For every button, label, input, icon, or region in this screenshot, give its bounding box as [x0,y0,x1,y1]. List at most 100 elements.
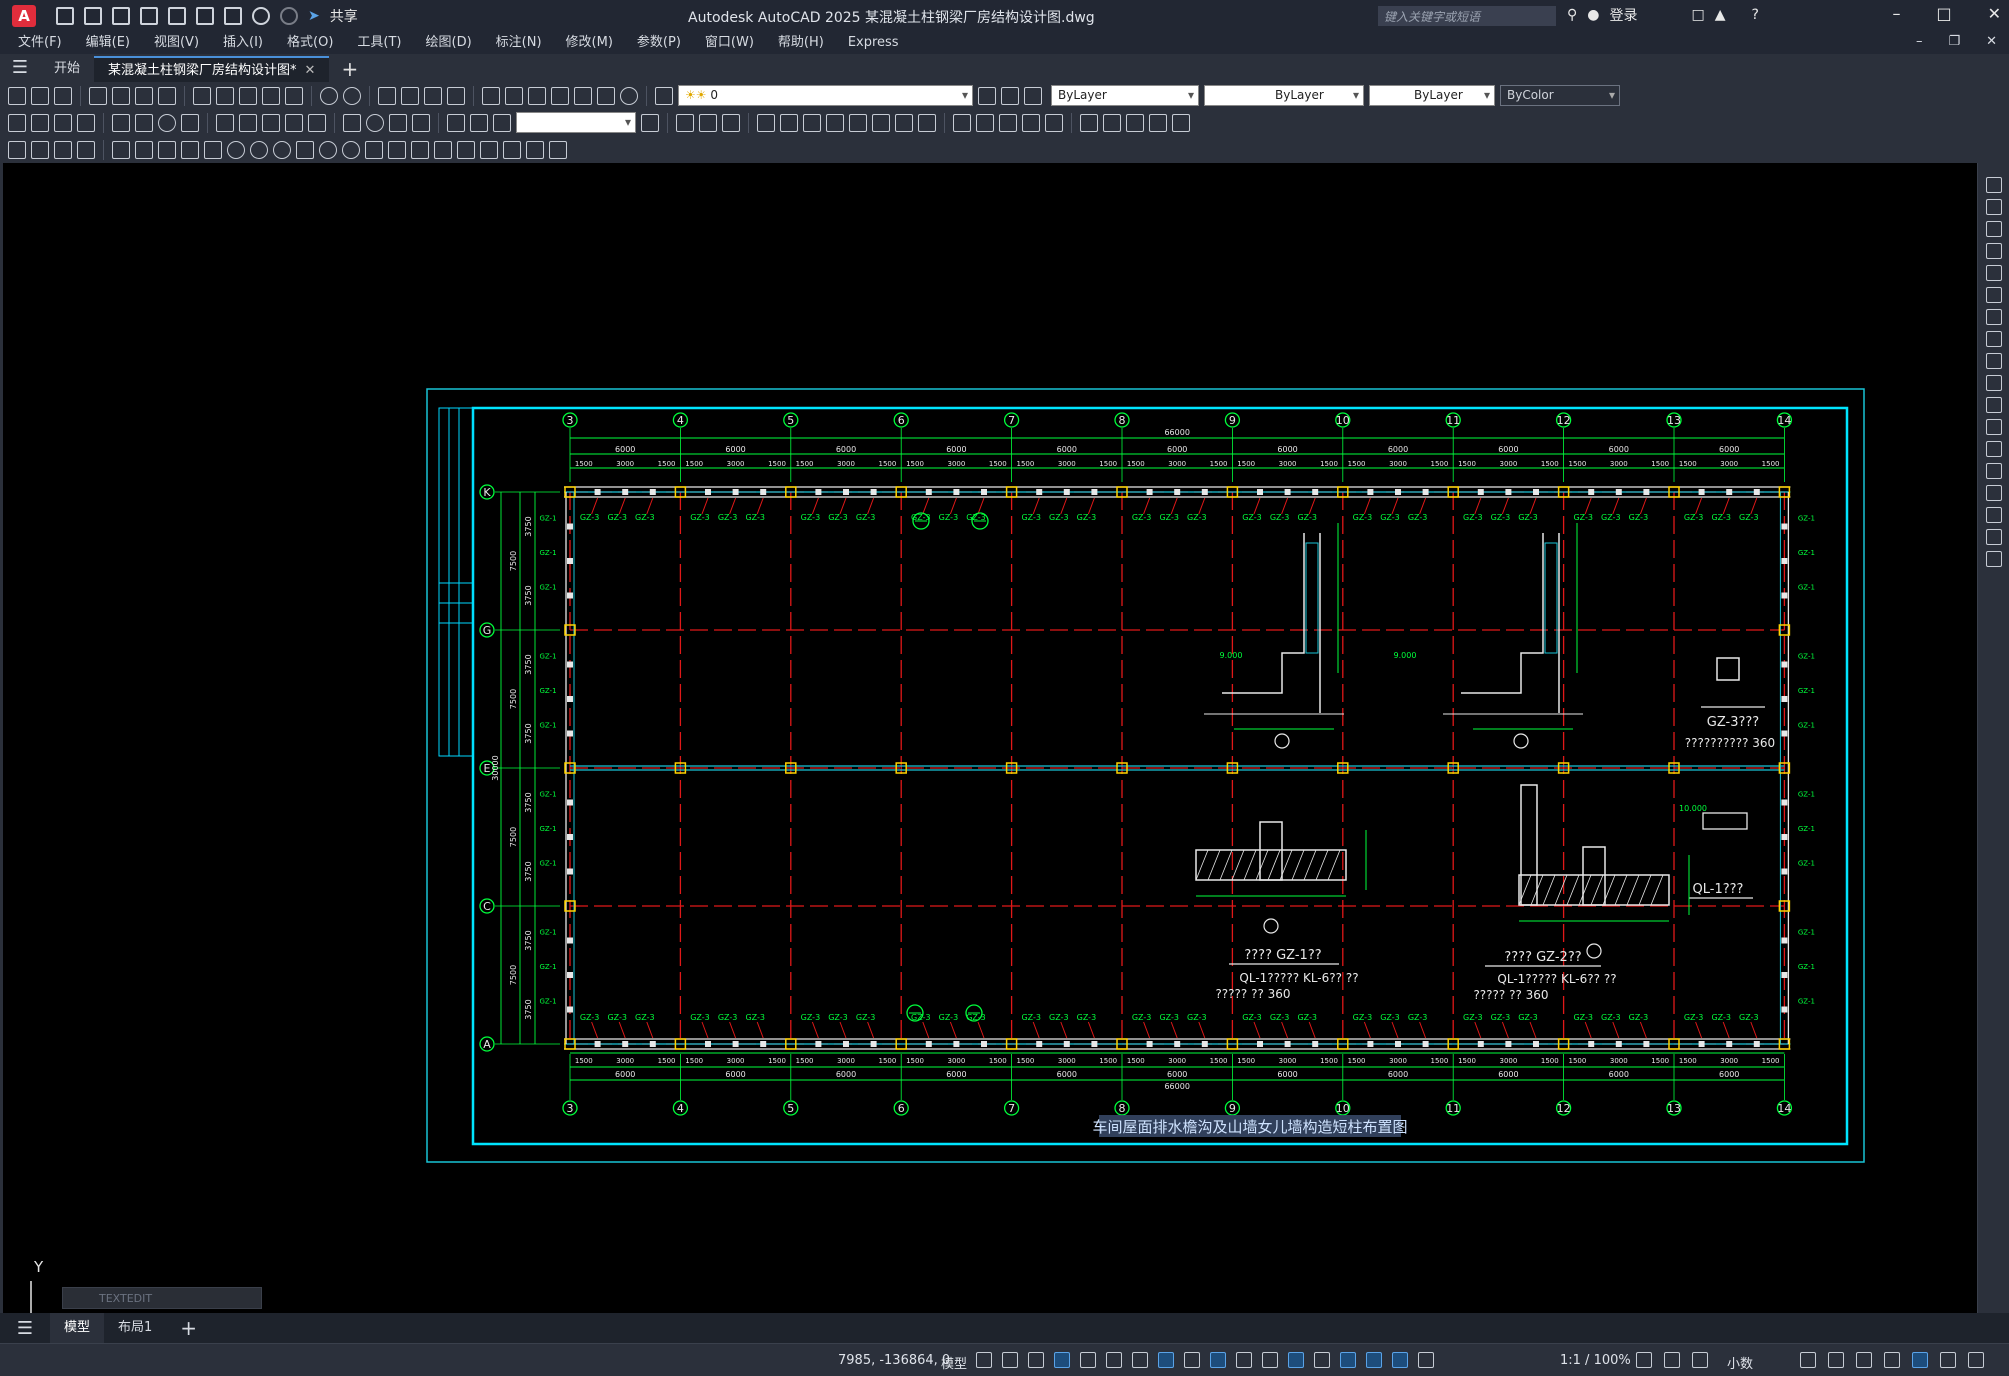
menu-view[interactable]: 视图(V) [154,32,199,54]
array-icon[interactable] [1985,265,2002,281]
erase-icon[interactable] [1985,177,2002,193]
tab-document[interactable]: 某混凝土柱钢梁厂房结构设计图* ✕ [94,56,330,82]
markup-icon[interactable] [574,86,592,105]
drawing-canvas[interactable]: GZ-3 GZ-3 GZ-3 GZ-3 GZ-3 GZ-3 GZ-3 GZ-3 GZ-3 GZ-3… [0,163,1977,1345]
polygon-icon[interactable] [181,140,199,159]
menu-format[interactable]: 格式(O) [287,32,333,54]
sweep-icon[interactable] [803,113,821,132]
maximize-icon[interactable]: □ [1936,4,1951,23]
join-icon[interactable] [1985,463,2002,479]
share-icon[interactable]: ➤ [308,8,320,24]
quick-properties-icon[interactable] [1800,1352,1816,1368]
menu-window[interactable]: 窗口(W) [705,32,754,54]
baseline-dim-icon[interactable] [239,113,257,132]
pan-icon[interactable] [378,86,396,105]
polar-icon[interactable] [1080,1352,1096,1368]
dim-space-icon[interactable] [285,113,303,132]
extrude-icon[interactable] [757,113,775,132]
quick-dim-icon[interactable] [216,113,234,132]
slice-icon[interactable] [976,113,994,132]
copy-object-icon[interactable] [1985,199,2002,215]
cart-icon[interactable]: □ [1691,7,1704,23]
grid-icon[interactable] [976,1352,992,1368]
close-icon[interactable]: ✕ [1988,4,2001,23]
units-icon[interactable] [1692,1352,1708,1368]
ellipse-icon[interactable] [319,140,337,159]
add-selected-icon[interactable] [549,140,567,159]
inspection-icon[interactable] [389,113,407,132]
search-icon[interactable]: ⚲ [1567,7,1577,23]
box-icon[interactable] [676,113,694,132]
user-icon[interactable]: ● [1587,7,1599,23]
annotation-scale[interactable]: 1:1 / 100% [1560,1353,1631,1368]
annotation-visibility-icon[interactable] [1366,1352,1382,1368]
fillet-icon[interactable] [1985,507,2002,523]
menu-help[interactable]: 帮助(H) [778,32,824,54]
selection-cycling-icon[interactable] [1236,1352,1252,1368]
share-button[interactable]: 共享 [330,6,358,26]
revolve-icon[interactable] [826,113,844,132]
draw-order-icon[interactable] [31,140,49,159]
tab-layout1[interactable]: 布局1 [104,1313,166,1343]
quickcalc-icon[interactable] [597,86,615,105]
save-as-icon[interactable] [140,7,158,25]
linetype-dropdown[interactable]: ByLayer [1204,85,1364,106]
menu-draw[interactable]: 绘图(D) [426,32,472,54]
spline-icon[interactable] [296,140,314,159]
layer-previous-icon[interactable] [1001,86,1019,105]
dim-style-icon[interactable] [641,113,659,132]
thicken-icon[interactable] [999,113,1017,132]
rectangle-icon[interactable] [204,140,222,159]
table-icon[interactable] [503,140,521,159]
lock-ui-icon[interactable] [1828,1352,1844,1368]
snap-icon[interactable] [1002,1352,1018,1368]
rotate-icon[interactable] [1985,309,2002,325]
zoom-previous-icon[interactable] [447,86,465,105]
3d-osnap-icon[interactable] [1262,1352,1278,1368]
sheet-set-icon[interactable] [551,86,569,105]
text-icon[interactable] [54,140,72,159]
trim-icon[interactable] [1985,375,2002,391]
mirror-3d-icon[interactable] [1149,113,1167,132]
drawing-title[interactable]: 车间屋面排水檐沟及山墙女儿墙构造短柱布置图 [1092,1118,1407,1136]
dim-style-dropdown[interactable] [516,112,636,133]
continue-dim-icon[interactable] [262,113,280,132]
insert-block-icon[interactable] [365,140,383,159]
dynamic-ucs-icon[interactable] [1288,1352,1304,1368]
point-icon[interactable] [411,140,429,159]
gradient-icon[interactable] [457,140,475,159]
search-input[interactable]: 键入关键字或短语 [1378,6,1556,26]
menu-express[interactable]: Express [848,32,899,54]
cylinder-icon[interactable] [699,113,717,132]
dim-text-edit-icon[interactable] [470,113,488,132]
undo-icon[interactable] [252,7,270,25]
extend-icon[interactable] [1985,397,2002,413]
hardware-acceleration-icon[interactable] [1912,1352,1928,1368]
annotation-scale-icon[interactable] [1418,1352,1434,1368]
offset-icon[interactable] [1985,243,2002,259]
section-plane-icon[interactable] [953,113,971,132]
ellipse-arc-icon[interactable] [342,140,360,159]
arc-icon[interactable] [227,140,245,159]
plot-icon[interactable] [89,86,107,105]
layer-properties-icon[interactable] [655,86,673,105]
menu-parametric[interactable]: 参数(P) [637,32,681,54]
copy-icon[interactable] [216,86,234,105]
dim-update-icon[interactable] [493,113,511,132]
multiline-text-icon[interactable] [526,140,544,159]
settings-icon[interactable] [1636,1352,1652,1368]
doc-close-icon[interactable]: ✕ [1986,34,1997,49]
publish-icon[interactable] [135,86,153,105]
coordinate-readout[interactable]: 7985, -136864, 0 [838,1353,950,1368]
rotate-3d-icon[interactable] [1103,113,1121,132]
isodraft-icon[interactable] [1106,1352,1122,1368]
menu-modify[interactable]: 修改(M) [566,32,613,54]
plot-icon[interactable] [224,7,242,25]
lineweight-dropdown[interactable]: ByLayer [1369,85,1495,106]
clean-screen-icon[interactable] [1940,1352,1956,1368]
infer-constraints-icon[interactable] [1028,1352,1044,1368]
redo-icon[interactable] [280,7,298,25]
model-space-toggle[interactable]: 模型 [941,1353,967,1372]
menu-file[interactable]: 文件(F) [18,32,62,54]
layout-menu-icon[interactable]: ☰ [0,1318,50,1339]
